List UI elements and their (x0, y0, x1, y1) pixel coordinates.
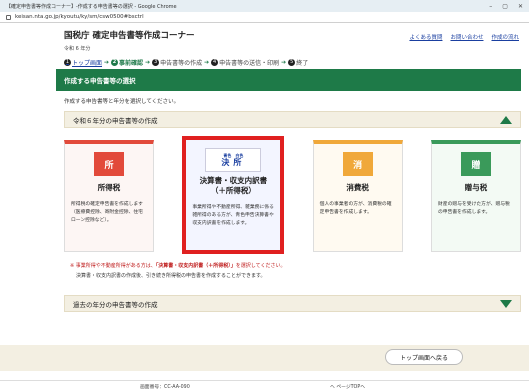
past-years-section-header[interactable]: 過去の年分の申告書等の作成 (64, 295, 521, 312)
arrow-icon: ➔ (104, 58, 110, 66)
arrow-icon: ➔ (145, 58, 151, 66)
site-header: 国税庁 確定申告書等作成コーナー 令和 6 年分 よくある質問 お問い合わせ 作… (0, 23, 529, 55)
header-links: よくある質問 お問い合わせ 作成の流れ (409, 33, 519, 41)
lock-icon (6, 14, 11, 20)
maximize-icon[interactable]: ▢ (502, 3, 508, 10)
footer-band: トップ画面へ戻る (0, 345, 529, 371)
screen-number: 画面番号：CC-AA-090 (140, 385, 190, 390)
card-description: 所得税の確定申告書を作成します（医療費控除、寄附金控除、住宅ローン控除など）。 (71, 202, 143, 223)
card-title: 消費税 (346, 183, 369, 192)
close-icon[interactable]: ✕ (518, 3, 523, 10)
arrow-icon: ➔ (281, 58, 287, 66)
faq-link[interactable]: よくある質問 (409, 33, 442, 41)
past-years-section-label: 過去の年分の申告書等の作成 (73, 300, 158, 309)
card-description: 個人の事業者の方が、消費税の確定申告書を作成します。 (319, 202, 392, 215)
business-income-note: ※ 事業所得や不動産所得がある方は、「決算書・収支内訳書（＋所得税）」を選択して… (70, 263, 286, 269)
intro-text: 作成する申告書等と年分を選択してください。 (64, 99, 180, 105)
arrow-icon: ➔ (204, 58, 210, 66)
gift-tax-badge-icon: 贈 (460, 152, 491, 176)
step-create: 3 申告書等の作成 (152, 58, 203, 67)
card-description: 財産の贈与を受けた方が、贈与税の申告書を作成します。 (437, 202, 510, 215)
tax-year-label: 令和 6 年分 (64, 46, 91, 52)
current-year-section-label: 令和６年分の申告書等の作成 (73, 116, 158, 125)
flow-link[interactable]: 作成の流れ (491, 33, 519, 41)
current-year-section-header[interactable]: 令和６年分の申告書等の作成 (64, 111, 521, 128)
income-tax-badge-icon: 所 (94, 152, 124, 176)
window-controls: – ▢ ✕ (489, 3, 523, 10)
step-number: 5 (288, 58, 296, 66)
page-top-link[interactable]: へ ページTOPへ (330, 383, 365, 390)
settlement-badge-icon: 青色 白色 決所 (205, 148, 262, 172)
url-text[interactable]: keisan.nta.go.jp/kyoutu/ky/sm/csw0500#bs… (15, 14, 144, 20)
step-finish: 5 終了 (288, 58, 309, 67)
consumption-tax-card[interactable]: 消 消費税 個人の事業者の方が、消費税の確定申告書を作成します。 (312, 140, 403, 252)
badge-text: 決所 (221, 157, 246, 167)
section-title-bar: 作成する申告書等の選択 (56, 69, 521, 91)
back-to-top-button[interactable]: トップ画面へ戻る (385, 349, 463, 365)
window-titlebar: 【確定申告書等作成コーナー】-作成する申告書等の選択 - Google Chro… (0, 0, 529, 12)
card-description: 事業所得や不動産所得、雑業務に係る雑所得のある方が、青色申告決算書や収支内訳書を… (192, 205, 274, 226)
bottom-bar: 画面番号：CC-AA-090 へ ページTOPへ (0, 380, 529, 392)
step-top[interactable]: 1 トップ画面 (64, 58, 102, 67)
section-title: 作成する申告書等の選択 (64, 77, 136, 85)
minimize-icon[interactable]: – (489, 3, 492, 10)
contact-link[interactable]: お問い合わせ (450, 33, 483, 41)
step-number: 3 (152, 58, 160, 66)
card-title: 所得税 (97, 183, 121, 192)
gift-tax-card[interactable]: 贈 贈与税 財産の贈与を受けた方が、贈与税の申告書を作成します。 (430, 140, 521, 252)
step-number: 1 (64, 58, 71, 66)
consumption-tax-badge-icon: 消 (342, 152, 373, 176)
card-title: 贈与税 (464, 183, 488, 192)
income-tax-card[interactable]: 所 所得税 所得税の確定申告書を作成します（医療費控除、寄附金控除、住宅ローン控… (64, 140, 154, 252)
step-number: 2 (111, 58, 119, 66)
step-send-print: 4 申告書等の送信・印刷 (211, 58, 280, 67)
settlement-followup-note: 決算書・収支内訳書の作成後、引き続き所得税の申告書を作成することができます。 (76, 273, 266, 279)
address-bar[interactable]: keisan.nta.go.jp/kyoutu/ky/sm/csw0500#bs… (0, 12, 529, 23)
form-type-cards: 所 所得税 所得税の確定申告書を作成します（医療費控除、寄附金控除、住宅ローン控… (64, 136, 521, 254)
settlement-statement-card[interactable]: 青色 白色 決所 決算書・収支内訳書（＋所得税） 事業所得や不動産所得、雑業務に… (182, 136, 285, 254)
collapse-icon[interactable] (500, 115, 512, 124)
step-number: 4 (211, 58, 219, 66)
progress-steps: 1 トップ画面 ➔ 2 事前確認 ➔ 3 申告書等の作成 ➔ 4 申告書等の送信・印刷 … (0, 55, 529, 69)
expand-icon[interactable] (500, 299, 512, 308)
step-precheck: 2 事前確認 (111, 58, 144, 67)
note-emphasis: 「決算書・収支内訳書（＋所得税）」 (155, 263, 236, 269)
card-title: 決算書・収支内訳書（＋所得税） (199, 176, 268, 195)
window-title: 【確定申告書等作成コーナー】-作成する申告書等の選択 - Google Chro… (6, 3, 177, 10)
